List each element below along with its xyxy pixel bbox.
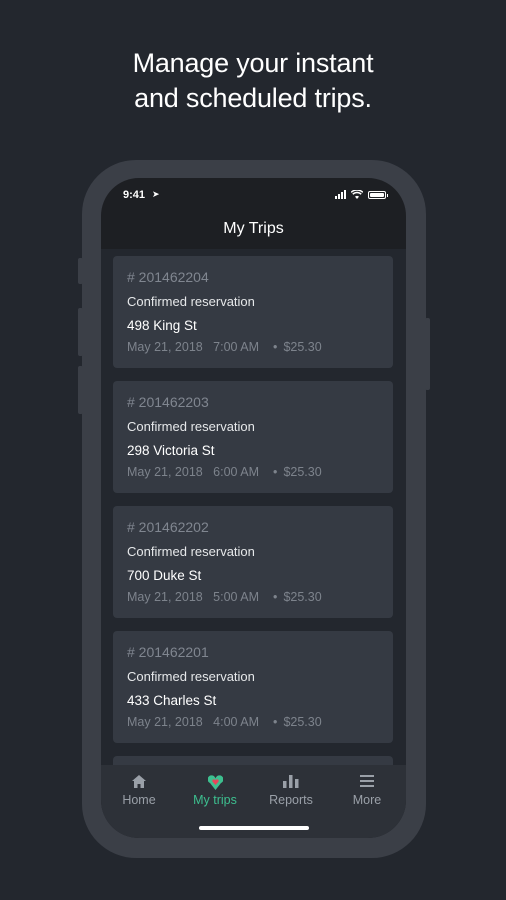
bar-chart-icon [283,775,299,788]
trip-card[interactable]: # 201462201 Confirmed reservation 433 Ch… [113,631,393,743]
trip-card[interactable] [113,756,393,765]
trip-card[interactable]: # 201462204 Confirmed reservation 498 Ki… [113,256,393,368]
tab-bar: Home My trips Reports More [101,765,406,838]
trip-address: 700 Duke St [127,568,202,583]
trip-meta: May 21, 2018 4:00 AM • $25.30 [127,715,322,729]
tab-home[interactable]: Home [101,765,177,815]
trip-id: # 201462202 [127,519,209,535]
trip-meta: May 21, 2018 7:00 AM • $25.30 [127,340,322,354]
trip-price: $25.30 [283,715,322,729]
trip-meta: May 21, 2018 6:00 AM • $25.30 [127,465,322,479]
promo-line-1: Manage your instant [132,48,374,78]
menu-icon [360,775,374,787]
trip-time: 6:00 AM [213,465,260,479]
trip-time: 4:00 AM [213,715,260,729]
trip-id: # 201462204 [127,269,209,285]
page-title: My Trips [223,220,284,237]
phone-side-button [78,258,83,284]
phone-screen: 9:41 ➤ My Trips # 201462204 Confirmed re… [101,178,406,838]
tab-more-label: More [352,793,382,807]
trip-status: Confirmed reservation [127,294,255,309]
trip-date: May 21, 2018 [127,590,203,604]
trip-meta: May 21, 2018 5:00 AM • $25.30 [127,590,322,604]
trip-price: $25.30 [283,465,322,479]
promo-headline: Manage your instant and scheduled trips. [0,46,506,116]
trip-id: # 201462203 [127,394,209,410]
trip-status: Confirmed reservation [127,419,255,434]
home-icon [132,775,146,788]
trip-price: $25.30 [283,340,322,354]
tab-home-label: Home [122,793,156,807]
tab-my-trips[interactable]: My trips [177,765,253,815]
trip-address: 298 Victoria St [127,443,215,458]
tab-reports-label: Reports [269,793,313,807]
phone-power-button [425,318,430,390]
cellular-signal-icon [335,190,346,199]
promo-line-2: and scheduled trips. [134,83,372,113]
tab-my-trips-label: My trips [193,793,237,807]
status-bar: 9:41 ➤ [101,178,406,214]
home-indicator[interactable] [199,826,309,830]
trip-id: # 201462201 [127,644,209,660]
heart-pin-icon [207,775,223,790]
phone-volume-down-button [78,366,83,414]
battery-icon [368,190,388,199]
wifi-icon [351,190,363,199]
tab-more[interactable]: More [329,765,405,815]
trip-address: 433 Charles St [127,693,217,708]
phone-volume-up-button [78,308,83,356]
tab-reports[interactable]: Reports [253,765,329,815]
status-time: 9:41 [123,189,146,201]
trip-status: Confirmed reservation [127,544,255,559]
trip-date: May 21, 2018 [127,340,203,354]
trip-price: $25.30 [283,590,322,604]
location-arrow-icon: ➤ [152,189,160,199]
trip-status: Confirmed reservation [127,669,255,684]
trip-list[interactable]: # 201462204 Confirmed reservation 498 Ki… [101,249,406,765]
status-icons [335,190,388,199]
trip-address: 498 King St [127,318,197,333]
trip-date: May 21, 2018 [127,465,203,479]
trip-time: 7:00 AM [213,340,260,354]
trip-card[interactable]: # 201462203 Confirmed reservation 298 Vi… [113,381,393,493]
trip-date: May 21, 2018 [127,715,203,729]
trip-card[interactable]: # 201462202 Confirmed reservation 700 Du… [113,506,393,618]
trip-time: 5:00 AM [213,590,260,604]
